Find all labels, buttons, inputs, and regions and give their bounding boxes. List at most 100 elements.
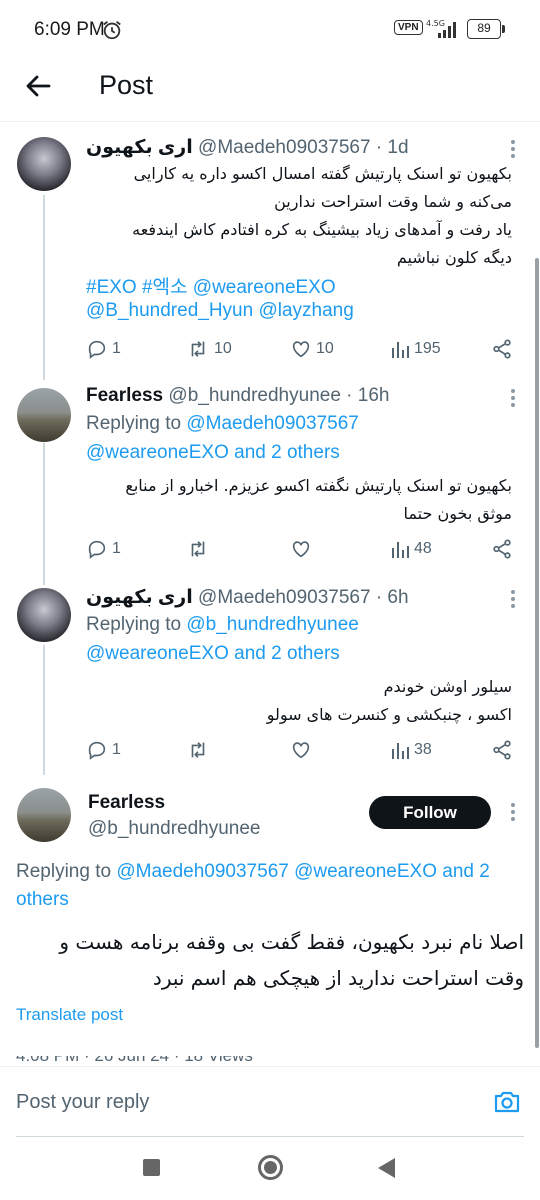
- more-options-icon[interactable]: [510, 389, 516, 409]
- repost-icon: [191, 742, 205, 758]
- recent-apps-icon[interactable]: [143, 1159, 160, 1176]
- reply-count: 1: [112, 340, 121, 357]
- status-bar: 6:09 PM VPN 4.5G 89: [0, 0, 540, 60]
- tweet-actions: 1 38: [86, 737, 516, 763]
- heart-icon: [292, 341, 310, 358]
- reply-count: 1: [112, 540, 121, 557]
- views-button[interactable]: 48: [390, 536, 432, 562]
- replying-others-link[interactable]: @weareoneEXO and 2 others: [86, 442, 340, 464]
- share-button[interactable]: [491, 737, 517, 763]
- replying-label: Replying to: [86, 614, 182, 635]
- reply-button[interactable]: 1: [86, 737, 121, 763]
- avatar[interactable]: [17, 388, 71, 442]
- share-icon: [493, 339, 511, 359]
- avatar[interactable]: [17, 137, 71, 191]
- post-time: · 6h: [375, 587, 409, 608]
- mentions-line[interactable]: @B_hundred_Hyun @layzhang: [86, 300, 354, 322]
- heart-icon: [292, 742, 310, 759]
- views-icon: [392, 743, 409, 759]
- repost-icon: [191, 341, 205, 357]
- repost-button[interactable]: [186, 536, 214, 562]
- avatar[interactable]: [17, 588, 71, 642]
- hashtag-mentions-line[interactable]: #EXO #엑소 @weareoneEXO: [86, 272, 336, 299]
- display-name[interactable]: اری بکهیون: [86, 587, 193, 608]
- more-options-icon[interactable]: [510, 140, 516, 160]
- tweet-text: بکهیون تو اسنک پارتیش گفته امسال اکسو دا…: [132, 164, 512, 267]
- scrollbar[interactable]: [535, 258, 539, 1048]
- network-type-label: 4.5G: [426, 19, 445, 28]
- alarm-icon: [103, 21, 121, 40]
- replying-others-link[interactable]: @weareoneEXO and 2 others: [86, 643, 340, 665]
- reply-icon: [88, 540, 106, 559]
- post-time: · 1d: [375, 137, 409, 158]
- share-button[interactable]: [491, 336, 517, 362]
- reply-input-underline: [16, 1136, 524, 1137]
- display-name[interactable]: Fearless: [88, 792, 165, 813]
- status-time: 6:09 PM: [34, 19, 105, 40]
- views-button[interactable]: 38: [390, 737, 432, 763]
- back-arrow-icon[interactable]: [22, 70, 54, 102]
- battery-tip: [502, 25, 505, 33]
- follow-button[interactable]: Follow: [369, 796, 491, 829]
- handle[interactable]: @b_hundredhyunee: [88, 818, 260, 839]
- display-name[interactable]: اری بکهیون: [86, 137, 193, 158]
- replying-to: Replying to @Maedeh09037567 @weareoneEXO…: [16, 858, 531, 914]
- home-icon[interactable]: [258, 1155, 283, 1180]
- more-options-icon[interactable]: [510, 590, 516, 610]
- like-button[interactable]: [290, 536, 316, 562]
- share-icon: [493, 539, 511, 559]
- tweet-actions: 1 48: [86, 536, 516, 562]
- share-button[interactable]: [491, 536, 517, 562]
- tweet-text: بکهیون تو اسنک پارتیش نگفته اکسو عزیزم. …: [125, 476, 512, 523]
- reply-bar: Post your reply: [0, 1066, 540, 1138]
- handle[interactable]: @Maedeh09037567: [198, 587, 370, 608]
- tweet-actions: 1 10 10 195: [86, 336, 516, 362]
- reply-input[interactable]: Post your reply: [16, 1091, 149, 1114]
- thread-connector: [43, 645, 45, 775]
- page-header: Post: [0, 60, 540, 120]
- main-author-name: Fearless: [88, 792, 165, 816]
- views-icon: [392, 542, 409, 558]
- thread-connector: [43, 195, 45, 380]
- replying-to: Replying to @b_hundredhyunee: [86, 614, 359, 636]
- view-count: 38: [414, 741, 432, 758]
- views-button[interactable]: 195: [390, 336, 441, 362]
- post-meta-text: 4:08 PM · 26 Jun 24 · 18 Views: [16, 1056, 316, 1066]
- reply-icon: [88, 340, 106, 359]
- handle[interactable]: @Maedeh09037567: [198, 137, 370, 158]
- reply-count: 1: [112, 741, 121, 758]
- post-time: · 16h: [346, 385, 390, 406]
- share-icon: [493, 740, 511, 760]
- replying-to: Replying to @Maedeh09037567: [86, 413, 359, 435]
- tweet-text: سیلور اوشن خوندم اکسو ، چنبکشی و کنسرت ه…: [266, 677, 512, 724]
- like-count: 10: [316, 340, 334, 357]
- display-name[interactable]: Fearless: [86, 385, 163, 406]
- nav-back-icon[interactable]: [378, 1158, 395, 1178]
- reply-button[interactable]: 1: [86, 336, 121, 362]
- avatar[interactable]: [17, 788, 71, 842]
- tweet-author-row: اری بکهیون @Maedeh09037567 · 1d: [86, 136, 409, 160]
- handle[interactable]: @b_hundredhyunee: [168, 385, 340, 406]
- tweet-author-row: اری بکهیون @Maedeh09037567 · 6h: [86, 586, 409, 610]
- camera-icon[interactable]: [492, 1087, 522, 1117]
- views-icon: [392, 342, 409, 358]
- reply-button[interactable]: 1: [86, 536, 121, 562]
- replying-user-link[interactable]: @b_hundredhyunee: [186, 614, 358, 635]
- main-author-handle: @b_hundredhyunee: [88, 818, 260, 842]
- view-count: 48: [414, 540, 432, 557]
- repost-count: 10: [214, 340, 232, 357]
- replying-label: Replying to: [86, 413, 182, 434]
- repost-button[interactable]: 10: [186, 336, 232, 362]
- heart-icon: [292, 541, 310, 558]
- like-button[interactable]: [290, 737, 316, 763]
- reply-icon: [88, 741, 106, 760]
- translate-post-link[interactable]: Translate post: [16, 1005, 123, 1025]
- replying-user-link[interactable]: @Maedeh09037567: [186, 413, 358, 434]
- post-meta: 4:08 PM · 26 Jun 24 · 18 Views: [16, 1056, 316, 1066]
- tweet-author-row: Fearless @b_hundredhyunee · 16h: [86, 385, 389, 409]
- vpn-badge: VPN: [394, 20, 423, 35]
- header-divider: [0, 121, 540, 122]
- repost-button[interactable]: [186, 737, 214, 763]
- like-button[interactable]: 10: [290, 336, 334, 362]
- more-options-icon[interactable]: [510, 803, 516, 823]
